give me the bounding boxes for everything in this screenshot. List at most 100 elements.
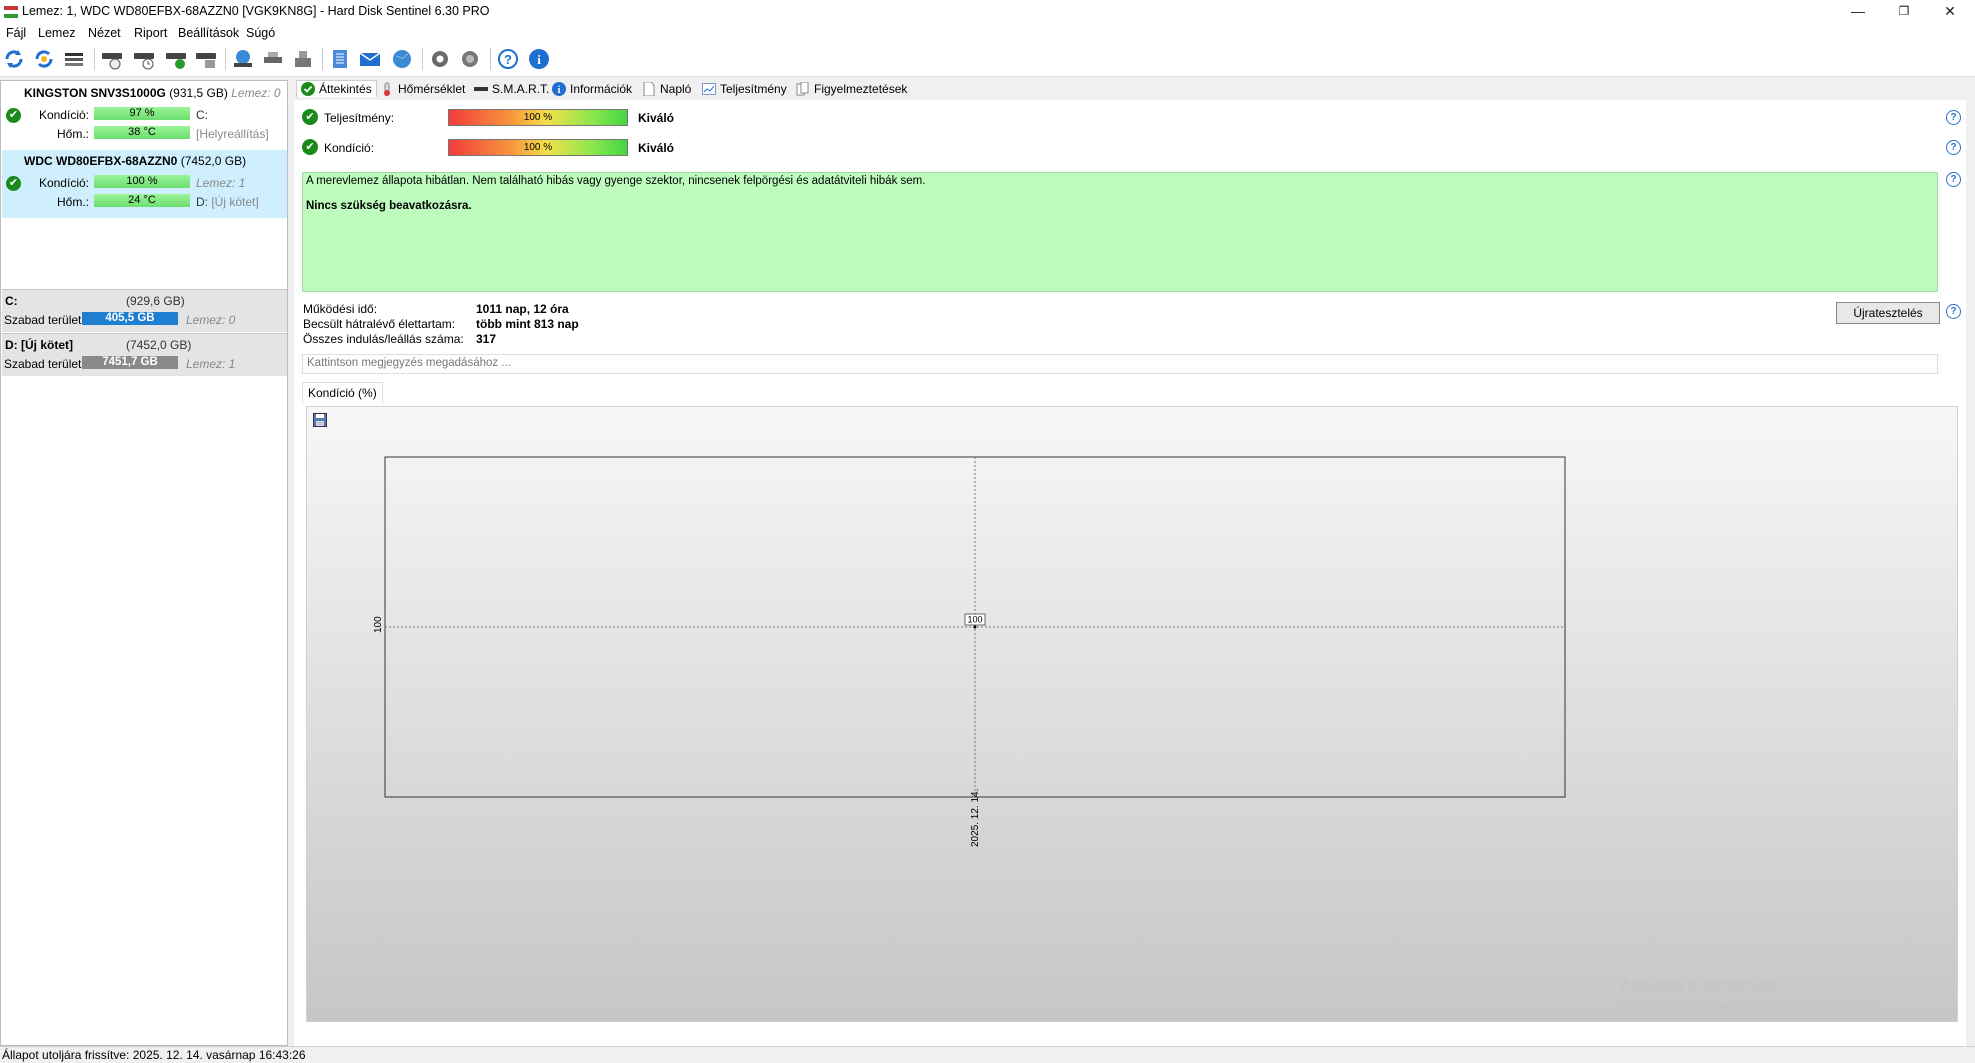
- menu-bar: Fájl Lemez Nézet Riport Beállítások Súgó: [0, 24, 1975, 42]
- volume-disk: Lemez: 0: [186, 313, 236, 327]
- note-input[interactable]: Kattintson megjegyzés megadásához ...: [302, 354, 1938, 374]
- temperature-bar: 24 °C: [94, 194, 190, 207]
- refresh-all-icon[interactable]: [32, 47, 56, 71]
- tab-log[interactable]: Napló: [642, 81, 691, 97]
- close-button[interactable]: ✕: [1928, 0, 1972, 24]
- tab-alerts[interactable]: Figyelmeztetések: [796, 81, 907, 96]
- help-icon[interactable]: ?: [1946, 304, 1961, 319]
- help-icon[interactable]: ?: [1946, 110, 1961, 125]
- tab-temperature[interactable]: Hőmérséklet: [380, 82, 465, 96]
- document-icon: [642, 81, 656, 97]
- status-message-box: A merevlemez állapota hibátlan. Nem talá…: [302, 172, 1938, 292]
- performance-value: 100 %: [523, 112, 553, 123]
- retest-button[interactable]: Újratesztelés: [1836, 302, 1940, 324]
- tab-label: Hőmérséklet: [398, 82, 466, 96]
- temperature-bar: 38 °C: [94, 126, 190, 139]
- disk-entry-wdc[interactable]: WDC WD80EFBX-68AZZN0 (7452,0 GB) ✔ Kondí…: [2, 150, 287, 218]
- menu-help[interactable]: Súgó: [246, 26, 275, 40]
- data-label: 100: [967, 615, 982, 625]
- disk-bar-icon: [474, 82, 488, 96]
- check-circle-icon: [301, 82, 315, 96]
- lifetime-label: Becsült hátralévő élettartam:: [303, 317, 456, 331]
- about-info-icon[interactable]: i: [527, 47, 551, 71]
- help-icon[interactable]: ?: [1946, 140, 1961, 155]
- tab-smart[interactable]: S.M.A.R.T.: [474, 82, 549, 96]
- help-icon[interactable]: ?: [496, 47, 520, 71]
- volume-label: D: [Új kötet]: [196, 195, 259, 209]
- start-stop-value: 317: [476, 332, 497, 346]
- disk-list-pane: KINGSTON SNV3S1000G (931,5 GB) Lemez: 0 …: [0, 80, 288, 1046]
- data-point: [973, 625, 977, 629]
- menu-disk[interactable]: Lemez: [38, 26, 76, 40]
- volume-disk: Lemez: 1: [186, 357, 236, 371]
- minimize-button[interactable]: —: [1836, 0, 1880, 24]
- disk-size: (931,5 GB): [169, 86, 228, 100]
- volume-name: C:: [5, 294, 18, 308]
- toolbar-separator: [322, 48, 323, 70]
- settings-gear-icon[interactable]: [428, 47, 452, 71]
- chart-canvas: 100 2025. 12. 14. 100: [373, 456, 1566, 847]
- svg-text:i: i: [537, 52, 541, 67]
- health-chart: 100 2025. 12. 14. 100: [306, 406, 1958, 1022]
- lifetime-value: több mint 813 nap: [476, 317, 579, 331]
- remote-icon[interactable]: [261, 47, 285, 71]
- maximize-button[interactable]: ❐: [1882, 0, 1926, 24]
- health-label: Kondíció:: [38, 176, 89, 190]
- volume-entry-d[interactable]: D: [Új kötet] (7452,0 GB) Szabad terület…: [2, 333, 287, 376]
- refresh-icon[interactable]: [2, 47, 26, 71]
- menu-settings[interactable]: Beállítások: [178, 26, 239, 40]
- performance-row: ✔ Teljesítmény: 100 % Kiváló: [302, 108, 902, 128]
- disk-number: Lemez: 0: [231, 86, 281, 100]
- tab-label: Áttekintés: [319, 82, 372, 96]
- disk-list-icon[interactable]: [62, 47, 86, 71]
- health-rating: Kiváló: [638, 141, 675, 155]
- menu-file[interactable]: Fájl: [6, 26, 26, 40]
- tab-label: Információk: [570, 82, 633, 96]
- svg-text:?: ?: [504, 52, 512, 67]
- report-icon[interactable]: [328, 47, 352, 71]
- performance-label: Teljesítmény:: [324, 111, 395, 125]
- disk-check-icon[interactable]: [164, 47, 188, 71]
- uptime-label: Működési idő:: [303, 302, 378, 316]
- disk-number: Lemez: 1: [196, 176, 246, 190]
- disk-test-icon[interactable]: [100, 47, 124, 71]
- sound-alert-icon[interactable]: [458, 47, 482, 71]
- web-report-icon[interactable]: [390, 47, 414, 71]
- window-title: Lemez: 1, WDC WD80EFBX-68AZZN0 [VGK9KN8G…: [22, 4, 490, 18]
- menu-view[interactable]: Nézet: [88, 26, 121, 40]
- tab-overview[interactable]: Áttekintés: [296, 80, 377, 97]
- drive-letter: D:: [196, 195, 208, 209]
- backup-icon[interactable]: [291, 47, 315, 71]
- toolbar-separator: [225, 48, 226, 70]
- tab-performance[interactable]: Teljesítmény: [702, 82, 787, 96]
- check-circle-icon: ✔: [302, 139, 318, 155]
- network-drive-icon[interactable]: [231, 47, 255, 71]
- title-bar: Lemez: 1, WDC WD80EFBX-68AZZN0 [VGK9KN8G…: [0, 0, 1975, 24]
- uptime-value: 1011 nap, 12 óra: [476, 302, 569, 316]
- tab-label: S.M.A.R.T.: [492, 82, 550, 96]
- volume-size: (929,6 GB): [126, 294, 185, 308]
- status-recommendation: Nincs szükség beavatkozásra.: [306, 200, 472, 212]
- chart-tab-health[interactable]: Kondíció (%): [302, 382, 383, 403]
- disk-entry-kingston[interactable]: KINGSTON SNV3S1000G (931,5 GB) Lemez: 0 …: [2, 82, 287, 150]
- volume-name: D: [Új kötet]: [5, 338, 73, 352]
- temperature-row: Hőm.: 38 °C [Helyreállítás]: [2, 125, 287, 141]
- documents-icon: [796, 81, 810, 96]
- disk-schedule-icon[interactable]: [132, 47, 156, 71]
- chart-icon: [702, 82, 716, 96]
- health-label: Kondíció:: [324, 141, 375, 155]
- free-space-label: Szabad terület: [4, 313, 82, 327]
- email-icon[interactable]: [358, 47, 382, 71]
- free-space-bar: 405,5 GB: [82, 312, 178, 325]
- help-icon[interactable]: ?: [1946, 172, 1961, 187]
- menu-report[interactable]: Riport: [134, 26, 167, 40]
- toolbar-separator: [490, 48, 491, 70]
- disk-model: KINGSTON SNV3S1000G: [24, 86, 166, 100]
- volume-entry-c[interactable]: C: (929,6 GB) Szabad terület 405,5 GB Le…: [2, 289, 287, 332]
- temperature-label: Hőm.:: [56, 127, 89, 141]
- toolbar-separator: [422, 48, 423, 70]
- tab-information[interactable]: i Információk: [552, 82, 632, 96]
- disk-info-icon[interactable]: [194, 47, 218, 71]
- toolbar-separator: [94, 48, 95, 70]
- tab-label: Teljesítmény: [720, 82, 787, 96]
